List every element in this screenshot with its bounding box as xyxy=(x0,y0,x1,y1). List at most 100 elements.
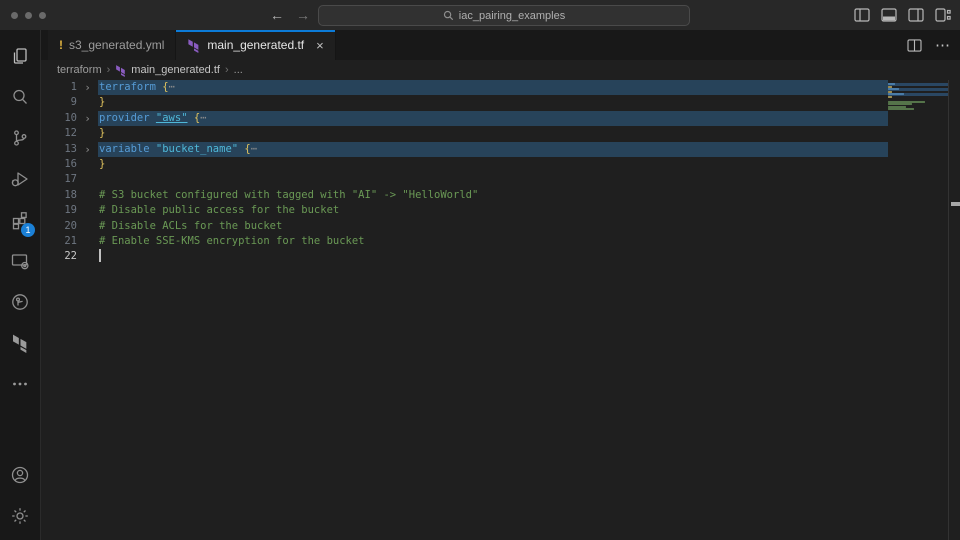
fold-chevron-icon[interactable]: › xyxy=(77,142,98,157)
remote-explorer-icon[interactable] xyxy=(0,240,40,281)
breadcrumb-item[interactable]: ... xyxy=(234,64,243,76)
line-content[interactable] xyxy=(98,172,888,187)
code-line-22[interactable]: 22 xyxy=(41,249,888,264)
gutter[interactable]: 16 xyxy=(41,157,98,172)
fold-spacer xyxy=(77,188,98,203)
split-editor-icon[interactable] xyxy=(907,39,922,52)
gutter[interactable]: 21 xyxy=(41,234,98,249)
run-debug-icon[interactable] xyxy=(0,158,40,199)
line-number[interactable]: 19 xyxy=(41,203,77,218)
explorer-icon[interactable] xyxy=(0,35,40,76)
line-content[interactable]: # Disable ACLs for the bucket xyxy=(98,219,888,234)
code-line-10[interactable]: 10›provider "aws" {⋯ xyxy=(41,111,888,126)
source-control-icon[interactable] xyxy=(0,117,40,158)
gutter[interactable]: 12 xyxy=(41,126,98,141)
line-content[interactable] xyxy=(98,249,888,264)
code-line-19[interactable]: 19 # Disable public access for the bucket xyxy=(41,203,888,218)
line-number[interactable]: 16 xyxy=(41,157,77,172)
code-line-18[interactable]: 18 # S3 bucket configured with tagged wit… xyxy=(41,188,888,203)
traffic-dot-icon[interactable] xyxy=(11,12,18,19)
line-number[interactable]: 13 xyxy=(41,142,77,157)
minimap[interactable] xyxy=(888,80,948,540)
settings-gear-icon[interactable] xyxy=(0,495,40,536)
breadcrumb-item[interactable]: terraform xyxy=(57,64,102,76)
gutter[interactable]: 10› xyxy=(41,111,98,126)
traffic-dot-icon[interactable] xyxy=(39,12,46,19)
code-line-12[interactable]: 12} xyxy=(41,126,888,141)
traffic-dot-icon[interactable] xyxy=(25,12,32,19)
code-line-9[interactable]: 9} xyxy=(41,95,888,110)
gutter[interactable]: 19 xyxy=(41,203,98,218)
code-line-1[interactable]: 1›terraform {⋯ xyxy=(41,80,888,95)
line-number[interactable]: 1 xyxy=(41,80,77,95)
line-content[interactable]: variable "bucket_name" {⋯ xyxy=(98,142,888,157)
extensions-icon[interactable]: 1 xyxy=(0,199,40,240)
tab-bar: !s3_generated.yml main_generated.tf × ⋯ xyxy=(41,30,960,60)
gutter[interactable]: 17 xyxy=(41,172,98,187)
overview-ruler[interactable] xyxy=(948,80,960,540)
fold-spacer xyxy=(77,172,98,187)
tab-s3_generated.yml[interactable]: !s3_generated.yml xyxy=(48,30,176,60)
fold-spacer xyxy=(77,95,98,110)
code-line-20[interactable]: 20 # Disable ACLs for the bucket xyxy=(41,219,888,234)
fold-chevron-icon[interactable]: › xyxy=(77,80,98,95)
terraform-view-icon[interactable] xyxy=(0,322,40,363)
line-number[interactable]: 17 xyxy=(41,172,77,187)
accounts-icon[interactable] xyxy=(0,454,40,495)
line-content[interactable]: # Enable SSE-KMS encryption for the buck… xyxy=(98,234,888,249)
breadcrumb-separator: › xyxy=(225,64,229,76)
gutter[interactable]: 1› xyxy=(41,80,98,95)
line-number[interactable]: 21 xyxy=(41,234,77,249)
tab-main_generated.tf[interactable]: main_generated.tf × xyxy=(176,30,335,60)
fold-spacer xyxy=(77,219,98,234)
window-controls[interactable] xyxy=(11,12,46,19)
gutter[interactable]: 13› xyxy=(41,142,98,157)
fold-spacer xyxy=(77,157,98,172)
gutter[interactable]: 20 xyxy=(41,219,98,234)
gutter[interactable]: 22 xyxy=(41,249,98,264)
fold-spacer xyxy=(77,234,98,249)
customize-layout-icon[interactable] xyxy=(935,8,951,22)
line-content[interactable]: provider "aws" {⋯ xyxy=(98,111,888,126)
toggle-panel-icon[interactable] xyxy=(881,8,897,22)
toggle-sidebar-icon[interactable] xyxy=(854,8,870,22)
line-content[interactable]: terraform {⋯ xyxy=(98,80,888,95)
text-cursor xyxy=(99,249,101,262)
line-content[interactable]: } xyxy=(98,126,888,141)
close-icon[interactable]: × xyxy=(316,38,324,53)
code-line-13[interactable]: 13›variable "bucket_name" {⋯ xyxy=(41,142,888,157)
line-number[interactable]: 20 xyxy=(41,219,77,234)
code-area[interactable]: 1›terraform {⋯9}10›provider "aws" {⋯12}1… xyxy=(41,80,888,540)
command-center-search[interactable]: iac_pairing_examples xyxy=(318,5,690,26)
terraform-icon xyxy=(187,38,201,53)
line-number[interactable]: 18 xyxy=(41,188,77,203)
more-views-icon[interactable] xyxy=(0,363,40,404)
line-content[interactable]: # S3 bucket configured with tagged with … xyxy=(98,188,888,203)
back-icon[interactable]: ← xyxy=(270,7,284,23)
line-content[interactable]: } xyxy=(98,95,888,110)
forward-icon[interactable]: → xyxy=(296,7,310,23)
minimap-line xyxy=(888,111,948,114)
line-number[interactable]: 22 xyxy=(41,249,77,264)
toggle-secondary-sidebar-icon[interactable] xyxy=(908,8,924,22)
tab-label: main_generated.tf xyxy=(207,38,304,52)
code-line-17[interactable]: 17 xyxy=(41,172,888,187)
line-content[interactable]: # Disable public access for the bucket xyxy=(98,203,888,218)
fold-chevron-icon[interactable]: › xyxy=(77,111,98,126)
tab-label: s3_generated.yml xyxy=(69,38,164,52)
git-graph-icon[interactable] xyxy=(0,281,40,322)
title-bar: ← → iac_pairing_examples xyxy=(0,0,960,30)
editor-more-actions-icon[interactable]: ⋯ xyxy=(935,36,950,54)
line-content[interactable]: } xyxy=(98,157,888,172)
gutter[interactable]: 18 xyxy=(41,188,98,203)
search-view-icon[interactable] xyxy=(0,76,40,117)
code-line-16[interactable]: 16} xyxy=(41,157,888,172)
code-line-21[interactable]: 21 # Enable SSE-KMS encryption for the bu… xyxy=(41,234,888,249)
breadcrumb-item[interactable]: main_generated.tf xyxy=(115,64,220,77)
fold-spacer xyxy=(77,249,98,264)
fold-spacer xyxy=(77,126,98,141)
line-number[interactable]: 9 xyxy=(41,95,77,110)
line-number[interactable]: 12 xyxy=(41,126,77,141)
line-number[interactable]: 10 xyxy=(41,111,77,126)
gutter[interactable]: 9 xyxy=(41,95,98,110)
